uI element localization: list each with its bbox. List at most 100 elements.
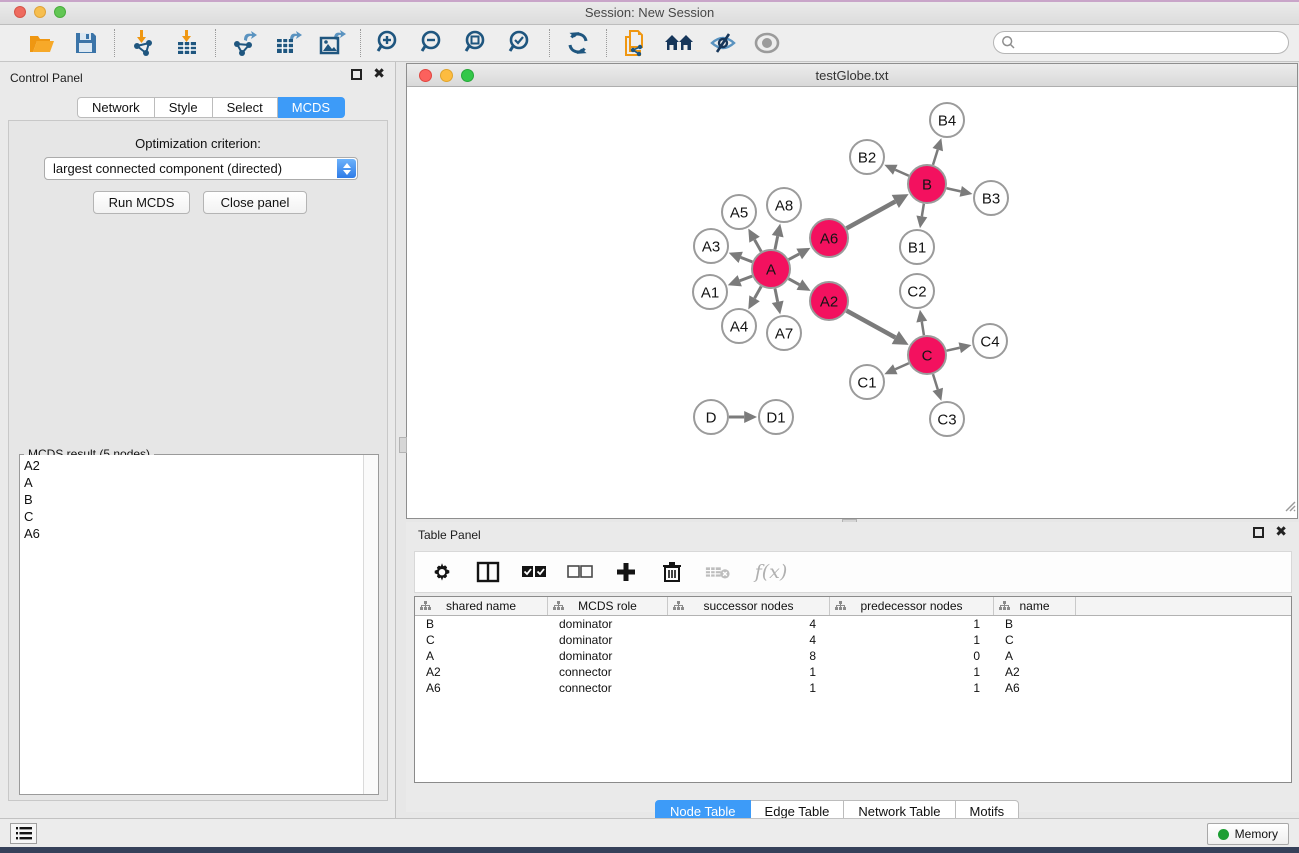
export-image-icon[interactable] bbox=[317, 29, 347, 57]
zoom-out-icon[interactable] bbox=[418, 29, 448, 57]
graph-edge-B-B1[interactable] bbox=[922, 204, 924, 217]
graph-node-A1[interactable]: A1 bbox=[693, 275, 727, 309]
graph-node-A5[interactable]: A5 bbox=[722, 195, 756, 229]
close-panel-button[interactable]: Close panel bbox=[203, 191, 307, 214]
table-row[interactable]: Bdominator41B bbox=[415, 616, 1291, 632]
task-history-button[interactable] bbox=[10, 823, 37, 844]
float-panel-icon[interactable] bbox=[351, 69, 362, 80]
float-table-panel-icon[interactable] bbox=[1253, 527, 1264, 538]
import-network-icon[interactable] bbox=[128, 29, 158, 57]
save-session-icon[interactable] bbox=[71, 29, 101, 57]
graph-node-C2[interactable]: C2 bbox=[900, 274, 934, 308]
graph-node-D1[interactable]: D1 bbox=[759, 400, 793, 434]
graph-node-A4[interactable]: A4 bbox=[722, 309, 756, 343]
graph-edge-A-A7[interactable] bbox=[775, 289, 778, 302]
graph-edge-B-B4[interactable] bbox=[933, 150, 938, 165]
tab-select[interactable]: Select bbox=[213, 97, 278, 118]
graph-edge-A6-B[interactable] bbox=[847, 201, 896, 228]
graph-edge-A-A5[interactable] bbox=[755, 240, 762, 252]
table-row[interactable]: Adominator80A bbox=[415, 648, 1291, 664]
graph-node-C[interactable]: C bbox=[908, 336, 946, 374]
resize-grip-icon[interactable] bbox=[1282, 498, 1296, 517]
graph-edge-B-B2[interactable] bbox=[895, 170, 908, 176]
column-header-MCDS-role[interactable]: MCDS role bbox=[548, 597, 668, 615]
select-all-columns-icon[interactable] bbox=[521, 559, 547, 585]
column-header-name[interactable]: name bbox=[994, 597, 1076, 615]
close-table-panel-icon[interactable]: ✖ bbox=[1275, 527, 1287, 538]
graph-edge-A-A3[interactable] bbox=[741, 257, 753, 261]
mcds-result-item[interactable]: A6 bbox=[20, 526, 378, 543]
mcds-result-item[interactable]: B bbox=[20, 492, 378, 509]
graph-node-B4[interactable]: B4 bbox=[930, 103, 964, 137]
graph-edge-C-C2[interactable] bbox=[922, 322, 924, 336]
zoom-fit-icon[interactable] bbox=[462, 29, 492, 57]
graph-node-B[interactable]: B bbox=[908, 165, 946, 203]
graph-node-A2[interactable]: A2 bbox=[810, 282, 848, 320]
table-row[interactable]: Cdominator41C bbox=[415, 632, 1291, 648]
table-cell: A2 bbox=[994, 664, 1076, 680]
tab-network[interactable]: Network bbox=[77, 97, 155, 118]
graph-edge-arrowhead bbox=[772, 301, 784, 315]
column-header-predecessor-nodes[interactable]: predecessor nodes bbox=[830, 597, 994, 615]
export-table-icon[interactable] bbox=[273, 29, 303, 57]
add-column-icon[interactable] bbox=[613, 559, 639, 585]
tab-style[interactable]: Style bbox=[155, 97, 213, 118]
new-network-from-selection-icon[interactable] bbox=[620, 29, 650, 57]
graph-edge-A-A1[interactable] bbox=[740, 276, 753, 281]
import-table-icon[interactable] bbox=[172, 29, 202, 57]
zoom-in-icon[interactable] bbox=[374, 29, 404, 57]
graph-node-A8[interactable]: A8 bbox=[767, 188, 801, 222]
column-layout-icon[interactable] bbox=[475, 559, 501, 585]
graph-edge-C-C3[interactable] bbox=[933, 374, 938, 389]
graph-node-A7[interactable]: A7 bbox=[767, 316, 801, 350]
function-builder-icon[interactable]: f(x) bbox=[751, 559, 791, 585]
graph-node-A6[interactable]: A6 bbox=[810, 219, 848, 257]
deselect-all-columns-icon[interactable] bbox=[567, 559, 593, 585]
network-window-titlebar[interactable]: testGlobe.txt bbox=[407, 64, 1297, 87]
hide-panel-icon[interactable] bbox=[708, 29, 738, 57]
graph-edge-A-A4[interactable] bbox=[755, 286, 762, 298]
graph-node-A3[interactable]: A3 bbox=[694, 229, 728, 263]
graph-node-C4[interactable]: C4 bbox=[973, 324, 1007, 358]
home-icon[interactable] bbox=[664, 29, 694, 57]
delete-table-icon[interactable] bbox=[705, 559, 731, 585]
mcds-result-item[interactable]: A2 bbox=[20, 458, 378, 475]
show-panel-icon[interactable] bbox=[752, 29, 782, 57]
graph-edge-A-A6[interactable] bbox=[789, 254, 800, 260]
search-input[interactable] bbox=[1016, 34, 1288, 52]
mcds-result-item[interactable]: A bbox=[20, 475, 378, 492]
graph-node-C1[interactable]: C1 bbox=[850, 365, 884, 399]
graph-node-C3[interactable]: C3 bbox=[930, 402, 964, 436]
graph-edge-A-A8[interactable] bbox=[775, 236, 778, 249]
table-row[interactable]: A6connector11A6 bbox=[415, 680, 1291, 696]
zoom-selected-icon[interactable] bbox=[506, 29, 536, 57]
mcds-result-item[interactable]: C bbox=[20, 509, 378, 526]
run-mcds-button[interactable]: Run MCDS bbox=[93, 191, 190, 214]
mcds-result-scrollbar[interactable] bbox=[363, 455, 378, 794]
graph-edge-C-C4[interactable] bbox=[947, 348, 960, 351]
open-session-icon[interactable] bbox=[27, 29, 57, 57]
memory-button[interactable]: Memory bbox=[1207, 823, 1289, 845]
search-box[interactable] bbox=[993, 31, 1289, 54]
graph-node-B3[interactable]: B3 bbox=[974, 181, 1008, 215]
refresh-icon[interactable] bbox=[563, 29, 593, 57]
export-network-icon[interactable] bbox=[229, 29, 259, 57]
table-row[interactable]: A2connector11A2 bbox=[415, 664, 1291, 680]
graph-node-A[interactable]: A bbox=[752, 250, 790, 288]
graph-edge-B-B3[interactable] bbox=[947, 188, 961, 191]
graph-node-B2[interactable]: B2 bbox=[850, 140, 884, 174]
graph-node-B1[interactable]: B1 bbox=[900, 230, 934, 264]
delete-columns-icon[interactable] bbox=[659, 559, 685, 585]
column-header-shared-name[interactable]: shared name bbox=[415, 597, 548, 615]
graph-edge-A-A2[interactable] bbox=[789, 279, 800, 285]
graph-node-D[interactable]: D bbox=[694, 400, 728, 434]
settings-icon[interactable] bbox=[429, 559, 455, 585]
column-header-successor-nodes[interactable]: successor nodes bbox=[668, 597, 830, 615]
graph-edge-A2-C[interactable] bbox=[847, 311, 896, 338]
optimization-criterion-select[interactable]: largest connected component (directed) bbox=[44, 157, 358, 180]
tab-mcds[interactable]: MCDS bbox=[278, 97, 345, 118]
split-divider-handle[interactable] bbox=[399, 437, 407, 453]
close-panel-icon[interactable]: ✖ bbox=[373, 69, 385, 80]
graph-edge-C-C1[interactable] bbox=[895, 363, 908, 369]
network-canvas[interactable]: B4 B2 B B3 A8 A5 A6 A3 B1 A A1 C2 A2 A4 A7 C4 C C1 C3 D D1 bbox=[407, 87, 1297, 518]
